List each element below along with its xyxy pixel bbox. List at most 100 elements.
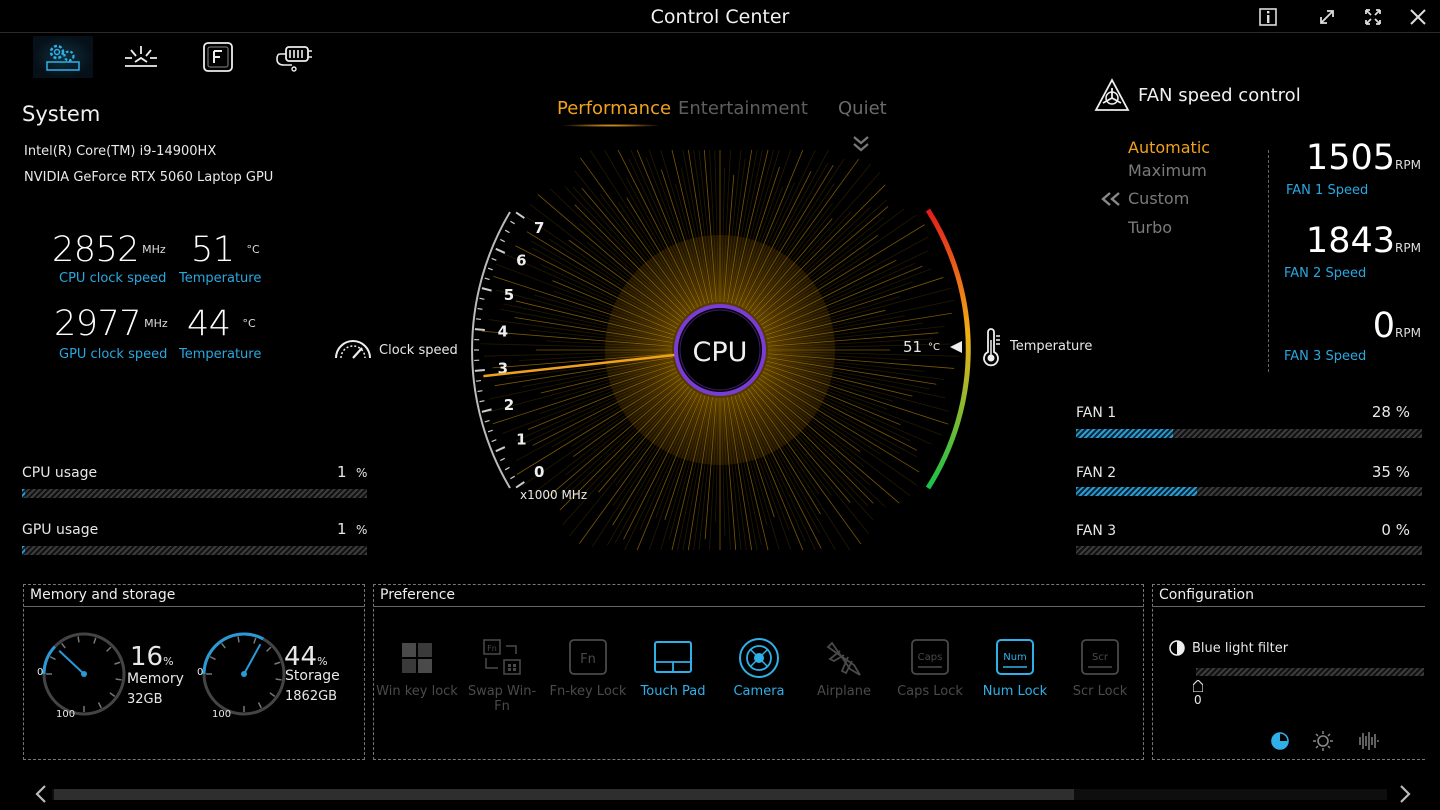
close-button[interactable] xyxy=(1403,4,1433,30)
clock-tick xyxy=(475,379,482,382)
fan1-bar xyxy=(1076,429,1422,438)
cpu-clock-unit: MHz xyxy=(142,243,166,256)
mode-entertainment[interactable]: Entertainment xyxy=(678,98,808,119)
blue-light-mode-icon[interactable] xyxy=(1270,731,1290,751)
cpu-clock-value: 2852 xyxy=(52,230,140,270)
pref-caps-lock[interactable]: Caps Caps Lock xyxy=(888,636,972,699)
fan1-rpm-unit: RPM xyxy=(1395,158,1421,172)
maximize-button[interactable] xyxy=(1358,4,1388,30)
cpu-temp-readout: 51 °C xyxy=(191,230,260,270)
clock-tick xyxy=(491,439,497,443)
fan1-rpm-value: 1505 xyxy=(1305,138,1395,178)
pref-num-lock[interactable]: Num Num Lock xyxy=(973,636,1057,699)
clock-tick-label: 6 xyxy=(516,251,526,269)
gpu-temp-readout: 44 °C xyxy=(187,304,256,344)
restore-icon xyxy=(1320,10,1334,24)
chevron-left-double-icon[interactable] xyxy=(1100,191,1122,207)
scroll-lock-icon: Scr xyxy=(1081,639,1119,675)
restore-button[interactable] xyxy=(1312,4,1342,30)
audio-wave-icon[interactable] xyxy=(1355,731,1379,751)
tab-system[interactable] xyxy=(33,36,93,78)
gpu-clock-caption: GPU clock speed xyxy=(59,347,168,362)
power-plug-icon xyxy=(276,46,312,72)
memory-dial xyxy=(42,632,126,716)
fan2-percent: 35 % xyxy=(1371,463,1410,481)
system-title: System xyxy=(22,102,101,126)
dial-tick xyxy=(114,661,121,665)
tab-power[interactable] xyxy=(264,36,324,78)
fan-mode-divider xyxy=(1268,150,1269,372)
fan3-rpm-unit: RPM xyxy=(1395,326,1421,340)
fan-mode-turbo[interactable]: Turbo xyxy=(1128,218,1172,237)
mode-performance[interactable]: Performance xyxy=(557,98,671,119)
mode-quiet[interactable]: Quiet xyxy=(838,98,887,119)
pref-airplane[interactable]: Airplane xyxy=(802,636,886,699)
gpu-name: NVIDIA GeForce RTX 5060 Laptop GPU xyxy=(24,170,274,185)
clock-tick xyxy=(484,419,490,423)
pref-scr-lock[interactable]: Scr Scr Lock xyxy=(1058,636,1142,699)
swap-keys-icon: Fn xyxy=(483,639,521,675)
cpu-usage-bar xyxy=(22,489,367,498)
function-key-icon xyxy=(203,42,233,72)
dial-tick xyxy=(237,636,240,643)
pref-scr-lock-label: Scr Lock xyxy=(1072,684,1128,699)
clock-tick-label: 4 xyxy=(498,323,508,341)
storage-label: Storage xyxy=(285,668,340,684)
fan2-bar xyxy=(1076,487,1422,496)
storage-dial xyxy=(202,632,286,716)
clock-tick xyxy=(510,475,515,480)
fan-mode-automatic[interactable]: Automatic xyxy=(1128,138,1210,157)
memory-dial-min: 0 xyxy=(37,667,44,678)
speedometer-icon xyxy=(335,340,371,359)
memory-percent: 16 xyxy=(130,642,164,672)
scroll-left-icon[interactable] xyxy=(33,784,49,804)
pref-swap-win-fn[interactable]: Fn Swap Win-Fn xyxy=(460,636,544,714)
memory-percent-readout: 16% xyxy=(130,642,174,672)
clock-tick xyxy=(515,481,525,489)
tab-lighting[interactable] xyxy=(111,36,171,78)
clock-tick xyxy=(477,390,483,393)
temperature-label: Temperature xyxy=(1010,339,1093,354)
preference-title: Preference xyxy=(374,585,1143,607)
gpu-temp-value: 44 xyxy=(187,304,231,344)
tab-function-keys[interactable] xyxy=(188,36,248,78)
fan1-speed-caption: FAN 1 Speed xyxy=(1286,183,1369,198)
dial-needle xyxy=(58,649,85,675)
clock-tick xyxy=(474,368,485,372)
cpu-temp-unit: °C xyxy=(246,243,260,256)
pref-touch-pad[interactable]: Touch Pad xyxy=(631,636,715,699)
fan2-rpm-value: 1843 xyxy=(1305,221,1395,261)
pref-camera[interactable]: Camera xyxy=(717,636,801,699)
info-button[interactable] xyxy=(1253,4,1283,30)
brightness-icon[interactable] xyxy=(1312,730,1334,752)
dial-needle xyxy=(243,643,262,675)
fan1-percent: 28 % xyxy=(1371,403,1410,421)
fan3-rpm-value: 0 xyxy=(1372,306,1395,346)
pref-fn-key-lock[interactable]: Fn Fn-key Lock xyxy=(546,636,630,699)
gauge-temp-value: 51 xyxy=(903,338,923,356)
dial-tick xyxy=(115,678,122,681)
fan2-rpm-unit: RPM xyxy=(1395,241,1421,255)
thermometer-icon xyxy=(983,328,1000,367)
clock-tick xyxy=(499,238,505,243)
camera-icon xyxy=(739,638,779,678)
pref-win-key-lock[interactable]: Win key lock xyxy=(375,636,459,699)
blue-light-slider-track[interactable] xyxy=(1196,668,1424,676)
dial-tick xyxy=(77,636,80,643)
horizontal-scrollbar-thumb[interactable] xyxy=(54,789,1074,800)
gpu-temp-unit: °C xyxy=(242,317,256,330)
fan-mode-maximum[interactable]: Maximum xyxy=(1128,161,1207,180)
info-icon xyxy=(1259,8,1277,26)
cpu-clock-readout: 2852 MHz xyxy=(52,230,166,270)
memory-storage-title: Memory and storage xyxy=(24,585,364,607)
gauge-temp-unit: °C xyxy=(928,342,940,353)
clock-tick xyxy=(499,457,505,462)
blue-light-slider-thumb[interactable] xyxy=(1192,677,1204,693)
scroll-right-icon[interactable] xyxy=(1397,784,1413,804)
cpu-temp-caption: Temperature xyxy=(179,271,262,286)
pref-caps-lock-label: Caps Lock xyxy=(897,684,963,699)
fan-mode-custom[interactable]: Custom xyxy=(1128,189,1189,208)
cpu-center-label: CPU xyxy=(693,337,748,368)
fan3-rpm-readout: 0RPM xyxy=(1275,306,1421,346)
dial-arc xyxy=(42,645,56,675)
